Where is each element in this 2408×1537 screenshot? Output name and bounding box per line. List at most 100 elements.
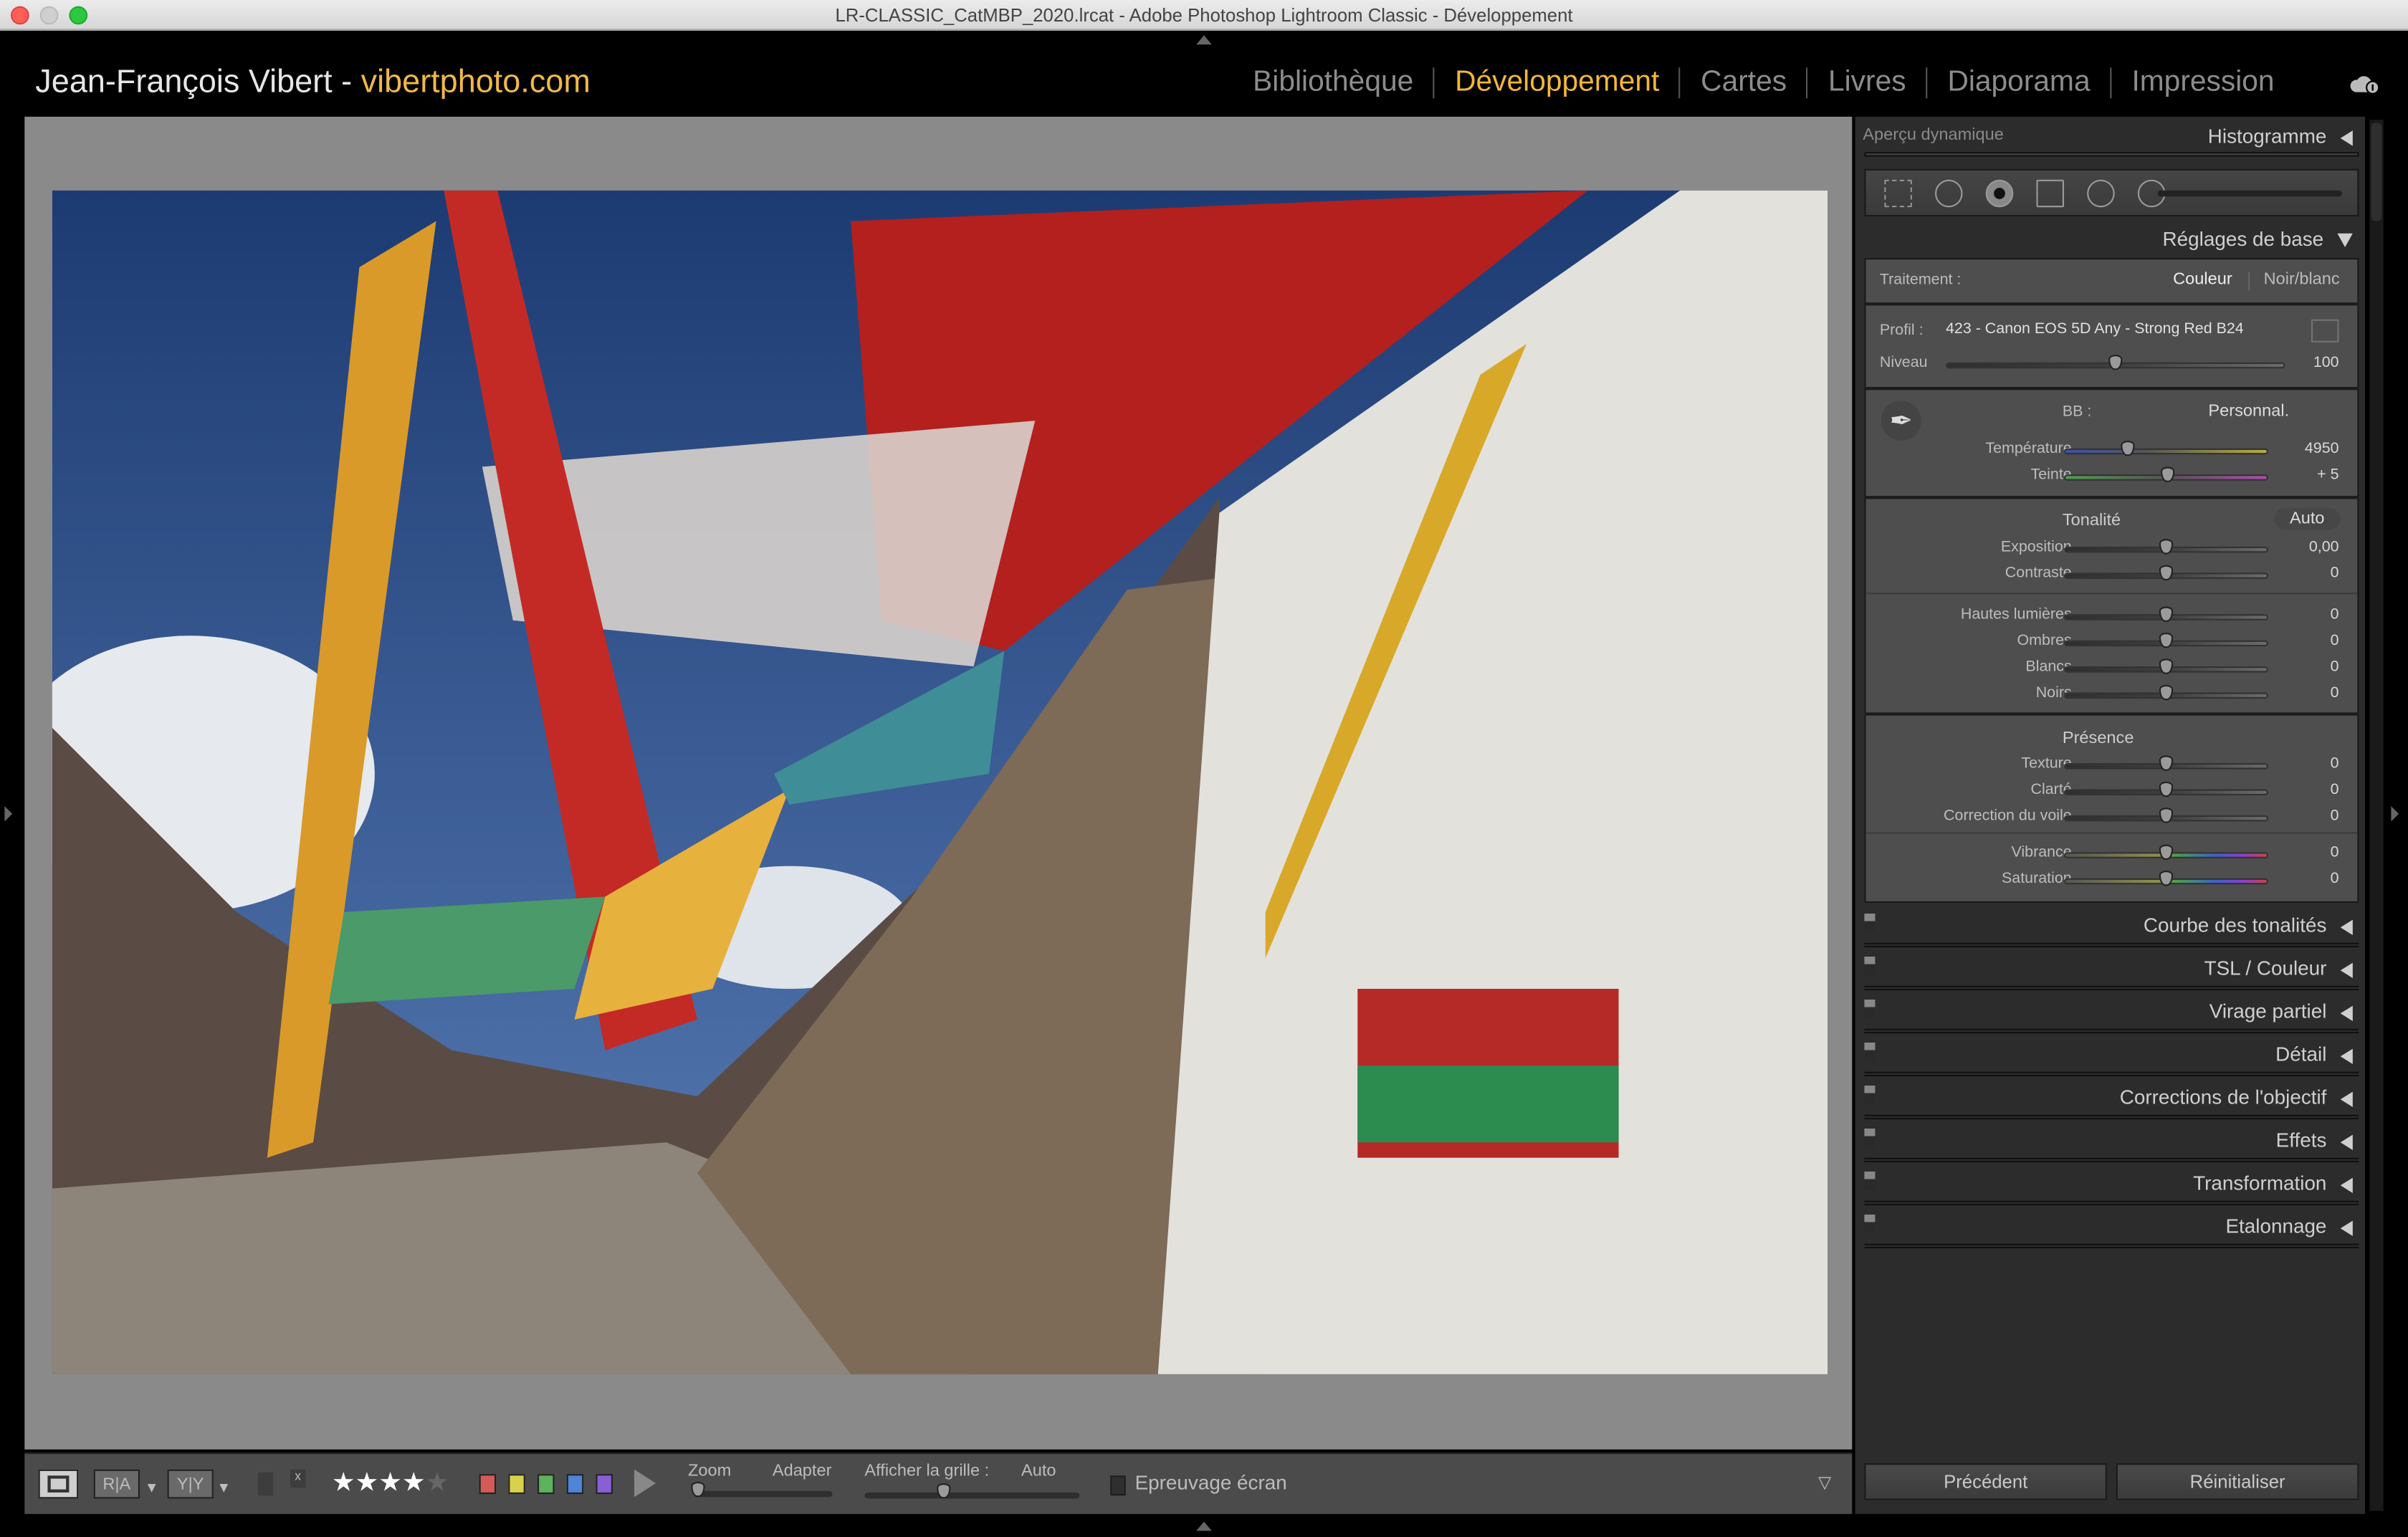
filmstrip-toggle-icon[interactable] [1196, 1522, 1211, 1531]
panel-header[interactable]: Etalonnage [1864, 1205, 2359, 1248]
amount-slider[interactable] [1946, 363, 2285, 369]
slider-thumb[interactable] [2159, 633, 2173, 648]
panel-header[interactable]: Courbe des tonalités [1864, 904, 2359, 947]
eyedropper-icon[interactable]: ✒ [1881, 401, 1921, 441]
panel-header[interactable]: TSL / Couleur [1864, 947, 2359, 990]
crop-icon[interactable] [1884, 180, 1912, 208]
color-label-swatch[interactable] [538, 1474, 555, 1494]
panel-header[interactable]: Effets [1864, 1119, 2359, 1162]
slider-track[interactable] [2064, 573, 2268, 579]
histogram-header[interactable]: Histogramme [2208, 125, 2353, 148]
module-0[interactable]: Bibliothèque [1233, 67, 1435, 98]
panel-toggle-switch[interactable] [1864, 1086, 1875, 1104]
star-icon[interactable]: ★ [378, 1468, 402, 1498]
soft-proof-checkbox[interactable] [1110, 1475, 1125, 1495]
toolbar-menu-chevron-icon[interactable]: ▽ [1818, 1473, 1831, 1493]
module-5[interactable]: Impression [2112, 67, 2295, 98]
graduated-filter-icon[interactable] [2036, 180, 2064, 208]
slider-track[interactable] [2064, 789, 2268, 795]
auto-tone-button[interactable]: Auto [2275, 508, 2340, 530]
before-after-split-button[interactable]: Y|Y [168, 1470, 214, 1499]
panel-toggle-switch[interactable] [1864, 1129, 1875, 1147]
slider-value[interactable]: 0 [2331, 606, 2339, 623]
star-icon[interactable]: ★ [402, 1468, 426, 1498]
reset-button[interactable]: Réinitialiser [2116, 1463, 2359, 1500]
slider-track[interactable] [2064, 815, 2268, 822]
module-3[interactable]: Livres [1808, 67, 1927, 98]
slider-value[interactable]: + 5 [2317, 466, 2338, 484]
slider-value[interactable]: 0 [2331, 845, 2339, 862]
slider-thumb[interactable] [2159, 539, 2173, 554]
slider-value[interactable]: 0 [2331, 685, 2339, 702]
panel-toggle-switch[interactable] [1864, 1000, 1875, 1018]
slider-thumb[interactable] [2159, 565, 2173, 580]
panel-header[interactable]: Détail [1864, 1033, 2359, 1076]
slider-thumb[interactable] [2161, 466, 2175, 482]
basic-header[interactable]: Réglages de base [2163, 227, 2353, 250]
loupe-view-button[interactable] [39, 1470, 79, 1499]
photo-preview[interactable] [52, 191, 1828, 1374]
panel-scrollbar[interactable] [2369, 120, 2383, 1510]
slider-track[interactable] [2064, 666, 2268, 673]
wb-select[interactable]: Personnal. [2208, 402, 2289, 421]
slider-value[interactable]: 0 [2331, 782, 2339, 799]
slider-value[interactable]: 0 [2331, 633, 2339, 650]
slider-track[interactable] [2064, 763, 2268, 770]
slider-thumb[interactable] [2159, 606, 2173, 621]
grid-size-slider[interactable] [864, 1493, 1079, 1499]
top-panel-toggle-icon[interactable] [1196, 35, 1211, 44]
profile-select[interactable]: 423 - Canon EOS 5D Any - Strong Red B24 [1946, 321, 2244, 338]
slider-thumb[interactable] [2159, 845, 2173, 860]
color-label-swatch[interactable] [596, 1474, 613, 1494]
zoom-slider[interactable] [694, 1491, 833, 1498]
panel-toggle-switch[interactable] [1864, 1043, 1875, 1061]
close-button[interactable] [11, 6, 29, 25]
panel-header[interactable]: Corrections de l'objectif [1864, 1076, 2359, 1119]
slider-track[interactable] [2064, 474, 2268, 481]
radial-filter-icon[interactable] [2087, 180, 2115, 208]
slider-value[interactable]: 0 [2331, 808, 2339, 825]
star-icon[interactable]: ★ [426, 1468, 449, 1498]
chevron-down-icon[interactable]: ▾ [148, 1477, 156, 1497]
slider-thumb[interactable] [2159, 871, 2173, 886]
minimize-button[interactable] [40, 6, 59, 25]
left-panel-toggle-icon[interactable] [4, 806, 12, 821]
chevron-down-icon[interactable]: ▾ [219, 1477, 228, 1497]
slider-track[interactable] [2064, 641, 2268, 647]
panel-toggle-switch[interactable] [1864, 1172, 1875, 1190]
slider-value[interactable]: 0,00 [2309, 539, 2339, 556]
star-icon[interactable]: ★ [355, 1468, 379, 1498]
star-rating[interactable]: ★★★★★ [332, 1468, 449, 1499]
treatment-color-option[interactable]: Couleur [2173, 270, 2232, 289]
zoom-button[interactable] [69, 6, 87, 25]
module-4[interactable]: Diaporama [1928, 67, 2112, 98]
red-eye-icon[interactable] [1986, 180, 2014, 208]
slider-thumb[interactable] [2159, 808, 2173, 823]
reject-flag-icon[interactable]: x [290, 1470, 305, 1488]
slider-value[interactable]: 4950 [2305, 441, 2339, 458]
module-2[interactable]: Cartes [1681, 67, 1808, 98]
slider-value[interactable]: 0 [2331, 871, 2339, 888]
color-label-swatch[interactable] [567, 1474, 584, 1494]
slider-track[interactable] [2064, 692, 2268, 699]
play-slideshow-icon[interactable] [634, 1470, 656, 1498]
slider-track[interactable] [2064, 852, 2268, 858]
star-icon[interactable]: ★ [332, 1468, 355, 1498]
slider-value[interactable]: 0 [2331, 755, 2339, 772]
module-1[interactable]: Développement [1435, 67, 1681, 98]
treatment-bw-option[interactable]: Noir/blanc [2264, 270, 2340, 289]
slider-track[interactable] [2064, 878, 2268, 885]
panel-toggle-switch[interactable] [1864, 957, 1875, 975]
amount-value[interactable]: 100 [2313, 355, 2339, 372]
cloud-sync-icon[interactable] [2350, 71, 2381, 95]
panel-toggle-switch[interactable] [1864, 914, 1875, 932]
right-panel-toggle-icon[interactable] [2391, 806, 2399, 821]
slider-thumb[interactable] [2159, 659, 2173, 674]
slider-thumb[interactable] [2159, 782, 2173, 797]
color-label-swatch[interactable] [508, 1474, 525, 1494]
slider-track[interactable] [2064, 614, 2268, 621]
grid-overlay-select[interactable]: Auto [1021, 1462, 1056, 1480]
slider-thumb[interactable] [2159, 755, 2173, 770]
before-after-button[interactable]: R|A [94, 1470, 140, 1499]
panel-header[interactable]: Virage partiel [1864, 990, 2359, 1033]
